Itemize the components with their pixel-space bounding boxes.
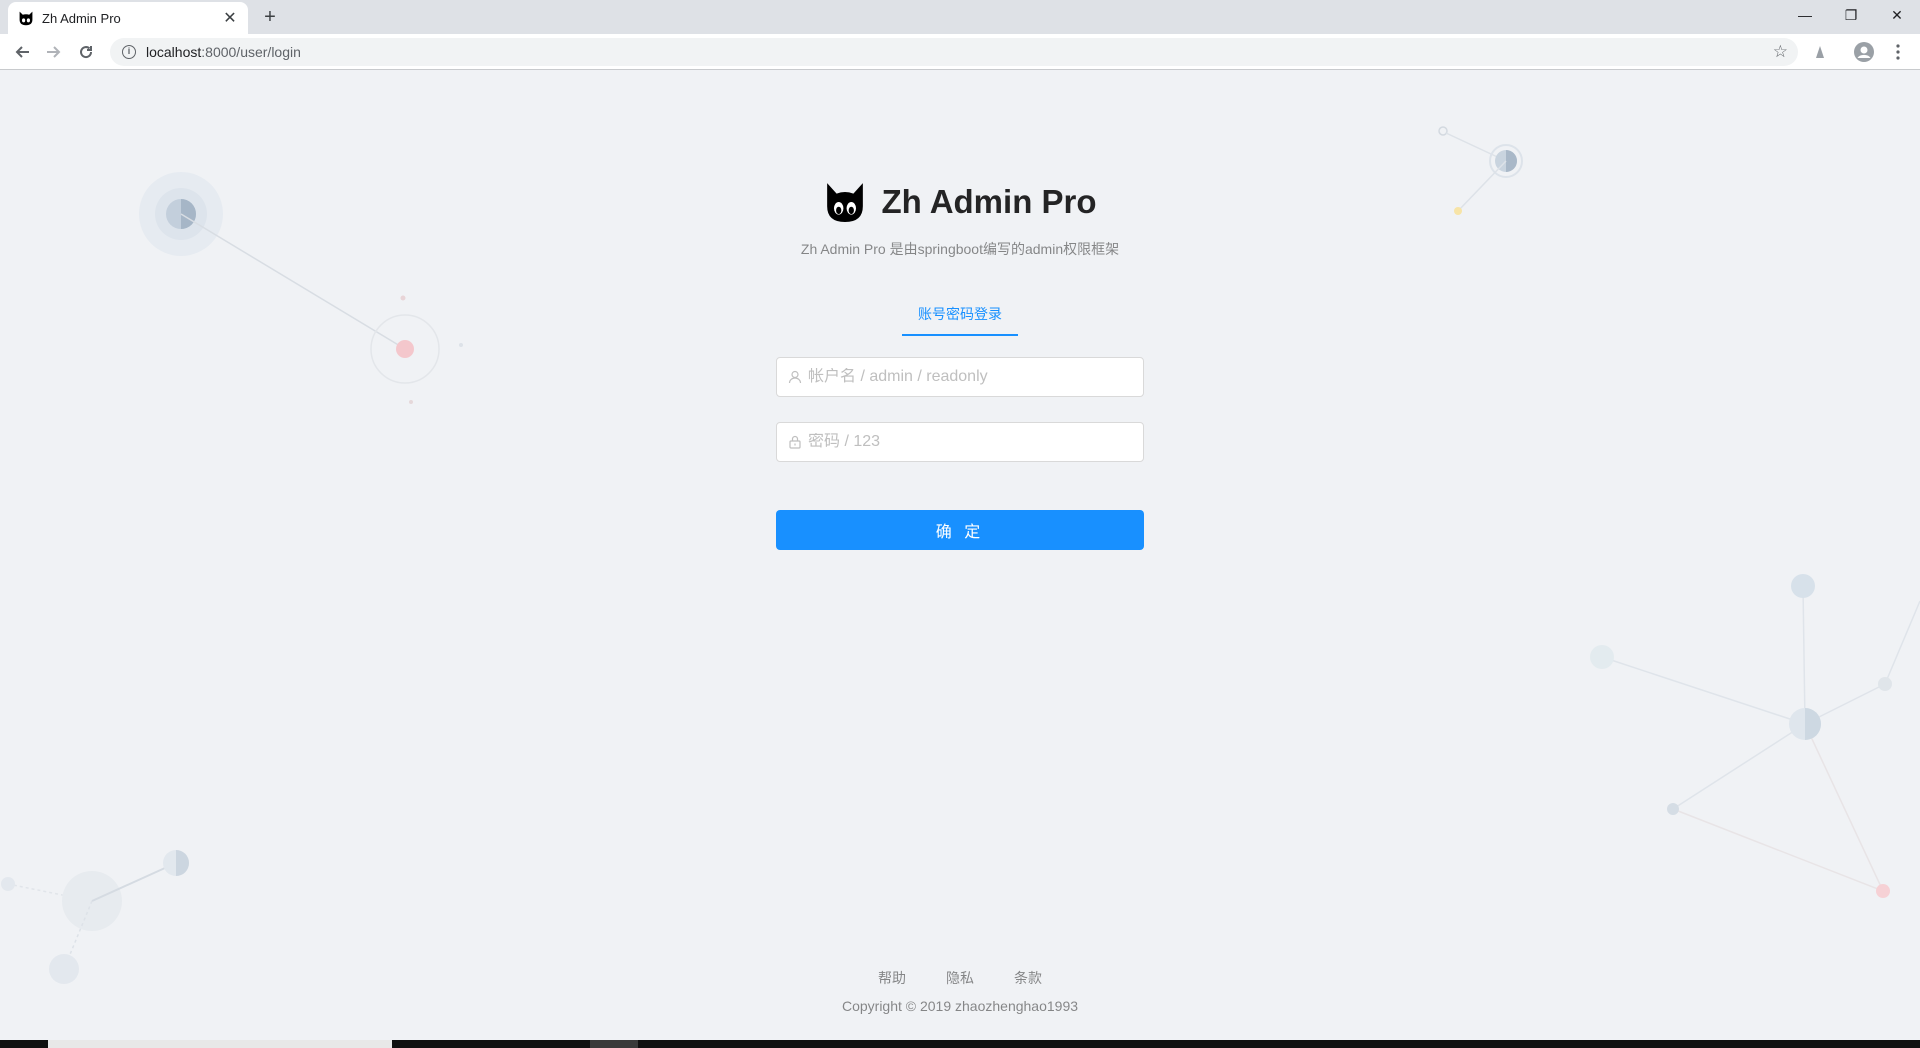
os-taskbar (0, 1040, 1920, 1048)
taskbar-search[interactable] (48, 1040, 392, 1048)
submit-button[interactable]: 确 定 (776, 510, 1144, 550)
forward-icon[interactable] (42, 40, 66, 64)
user-icon (788, 370, 802, 384)
lock-icon (789, 435, 801, 449)
password-input[interactable] (808, 433, 1132, 451)
logo-row: Zh Admin Pro (0, 181, 1920, 223)
back-icon[interactable] (10, 40, 34, 64)
footer-link-help[interactable]: 帮助 (878, 968, 906, 988)
login-page: Zh Admin Pro Zh Admin Pro 是由springboot编写… (0, 71, 1920, 1040)
footer-link-terms[interactable]: 条款 (1014, 968, 1042, 988)
cat-logo-icon (827, 183, 864, 222)
profile-avatar-icon[interactable] (1852, 40, 1876, 64)
footer-links: 帮助 隐私 条款 (0, 968, 1920, 988)
tab-title: Zh Admin Pro (42, 10, 121, 26)
username-field[interactable] (776, 357, 1144, 397)
browser-tab[interactable]: Zh Admin Pro ✕ (8, 2, 248, 34)
browser-tab-strip: Zh Admin Pro ✕ + — ❐ ✕ (0, 0, 1920, 34)
new-tab-button[interactable]: + (258, 6, 282, 30)
password-field[interactable] (776, 422, 1144, 462)
address-bar[interactable]: i localhost:8000/user/login ☆ (110, 38, 1798, 66)
close-tab-icon[interactable]: ✕ (222, 8, 238, 28)
url-text: localhost:8000/user/login (146, 44, 301, 60)
browser-toolbar: i localhost:8000/user/login ☆ (0, 34, 1920, 70)
app-subtitle: Zh Admin Pro 是由springboot编写的admin权限框架 (800, 241, 1120, 257)
footer-link-privacy[interactable]: 隐私 (946, 968, 974, 988)
star-icon[interactable]: ☆ (1773, 42, 1788, 62)
taskbar-app[interactable] (590, 1040, 638, 1048)
username-input[interactable] (808, 368, 1132, 386)
menu-kebab-icon[interactable] (1886, 40, 1910, 64)
login-tabs: 账号密码登录 (776, 304, 1144, 336)
app-title: Zh Admin Pro (881, 183, 1097, 220)
copyright: Copyright © 2019 zhaozhenghao1993 (841, 998, 1079, 1014)
window-controls: — ❐ ✕ (1782, 0, 1920, 30)
close-window-icon[interactable]: ✕ (1874, 0, 1920, 30)
tab-account-login[interactable]: 账号密码登录 (902, 304, 1018, 336)
minimize-icon[interactable]: — (1782, 0, 1828, 30)
restore-icon[interactable]: ❐ (1828, 0, 1874, 30)
cat-logo-icon (19, 11, 33, 26)
info-icon[interactable]: i (122, 45, 136, 59)
extension-icon[interactable] (1808, 40, 1832, 64)
reload-icon[interactable] (74, 40, 98, 64)
